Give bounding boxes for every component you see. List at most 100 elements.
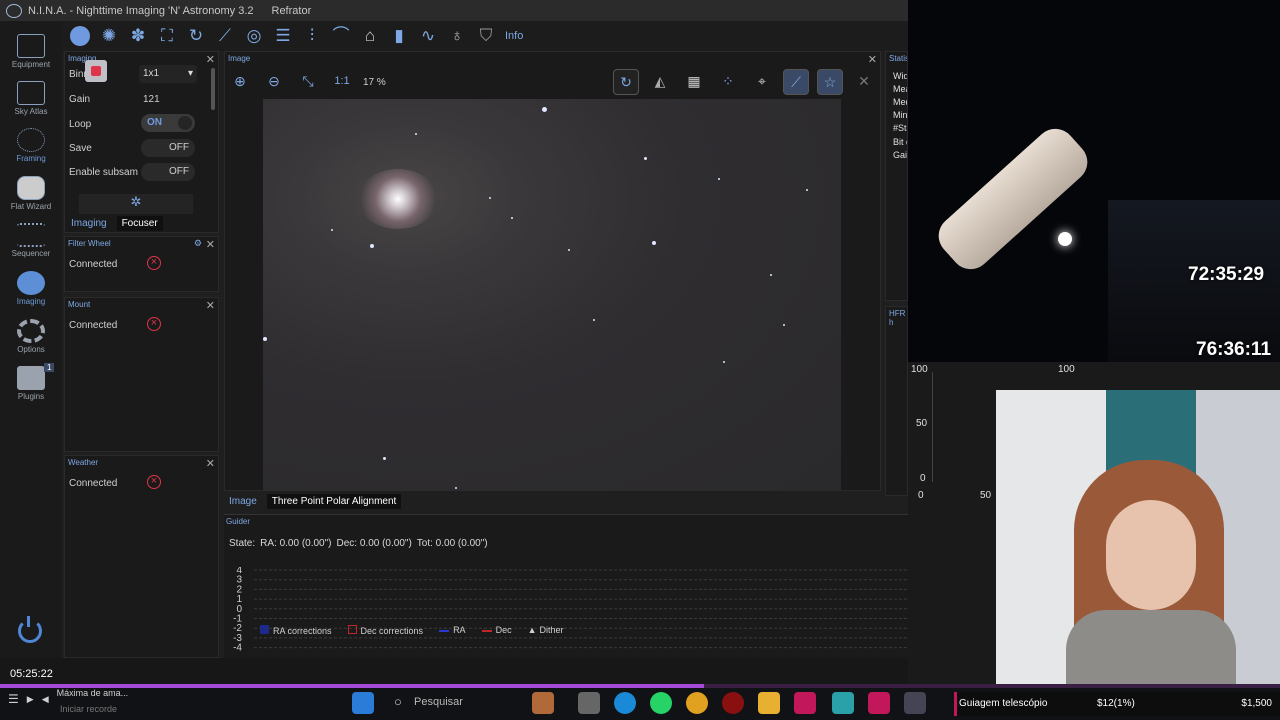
stat-min: Min: [893, 110, 908, 120]
framing-crosshair-icon[interactable]: ⛶: [157, 26, 177, 46]
power-icon[interactable]: [18, 616, 42, 643]
stretch-icon[interactable]: ⟋: [783, 69, 809, 95]
zoom-out-icon[interactable]: ⊖: [261, 69, 287, 95]
loop-toggle[interactable]: ON: [141, 114, 195, 132]
settings-icon[interactable]: ⚙: [194, 238, 202, 249]
close-icon[interactable]: ✕: [206, 238, 215, 251]
image-panel: Image ✕ ⊕ ⊖ ⤡ 1:1 17 % ↻ ◭ ▦ ⁘ ⌖ ⟋ ☆ ✕ I…: [224, 51, 881, 509]
close-icon[interactable]: ✕: [206, 53, 215, 66]
crosshair-icon[interactable]: ⌖: [749, 69, 775, 95]
star: [568, 249, 570, 251]
media-widget[interactable]: ☰ ▶ ◀ Máxima de ama... Iniciar recorde: [8, 688, 128, 714]
widget-icon[interactable]: [532, 692, 554, 714]
sidebar-item-plugins[interactable]: Plugins 1: [0, 361, 62, 407]
stat-stars: #Sta: [893, 123, 907, 133]
observatory-icon[interactable]: ⌂: [360, 26, 380, 46]
lightbulb-icon[interactable]: ♁: [447, 26, 467, 46]
guide-y-tick: -4: [233, 643, 242, 654]
guider-state: State: RA: 0.00 (0.00") Dec: 0.00 (0.00"…: [229, 538, 488, 549]
hfr-x-tick: 0: [918, 490, 924, 501]
windows-start-icon[interactable]: [352, 692, 374, 714]
tab-image[interactable]: Image: [227, 494, 259, 509]
sidebar-item-sequencer[interactable]: Sequencer: [0, 218, 62, 264]
star-detection-icon[interactable]: ⁘: [715, 69, 741, 95]
tab-focuser[interactable]: Focuser: [116, 216, 163, 231]
file-icon[interactable]: [578, 692, 600, 714]
sidebar-item-framing[interactable]: Framing: [0, 123, 62, 169]
sidebar-item-label: Flat Wizard: [10, 202, 52, 211]
subsample-label: Enable subsam: [69, 167, 138, 178]
zoom-level: 17 %: [363, 76, 386, 88]
nina-taskbar-icon[interactable]: [904, 692, 926, 714]
sidebar-item-flat-wizard[interactable]: Flat Wizard: [0, 171, 62, 217]
connection-status: Connected: [69, 320, 118, 331]
zoom-in-icon[interactable]: ⊕: [227, 69, 253, 95]
app-icon[interactable]: [868, 692, 890, 714]
nina-window: N.I.N.A. - Nighttime Imaging 'N' Astrono…: [0, 0, 908, 688]
app-icon[interactable]: [794, 692, 816, 714]
shield-icon[interactable]: ⛉: [476, 26, 496, 46]
sidebar-item-imaging[interactable]: Imaging: [0, 266, 62, 312]
camera-icon[interactable]: [70, 26, 90, 46]
binning-select[interactable]: 1x1: [139, 65, 197, 83]
stat-width: Wid: [893, 71, 908, 81]
subsample-toggle[interactable]: OFF: [141, 163, 195, 181]
platesolve-icon[interactable]: ✕: [851, 69, 877, 95]
sidebar-item-label: Sky Atlas: [14, 107, 48, 116]
whatsapp-icon[interactable]: [650, 692, 672, 714]
star: [415, 133, 417, 135]
chrome-icon[interactable]: [686, 692, 708, 714]
graph-icon[interactable]: ∿: [418, 26, 438, 46]
volume-icon[interactable]: ◀: [42, 694, 49, 705]
sidebar-item-equipment[interactable]: Equipment: [0, 29, 62, 75]
app-icon[interactable]: [832, 692, 854, 714]
tab-imaging[interactable]: Imaging: [69, 216, 109, 231]
sidebar-item-sky-atlas[interactable]: Sky Atlas: [0, 76, 62, 122]
filter-wheel-icon[interactable]: ✺: [99, 26, 119, 46]
flip-icon[interactable]: ◭: [647, 69, 673, 95]
bar-chart-icon[interactable]: ▮: [389, 26, 409, 46]
opera-icon[interactable]: [722, 692, 744, 714]
save-toggle[interactable]: OFF: [141, 139, 195, 157]
tab-polar-alignment[interactable]: Three Point Polar Alignment: [266, 494, 402, 509]
sliders-icon[interactable]: ⫶: [302, 26, 322, 46]
rotator-icon[interactable]: ↻: [186, 26, 206, 46]
one-to-one-button[interactable]: 1:1: [329, 69, 355, 95]
framing-icon: [17, 128, 45, 152]
atlas-icon: [17, 81, 45, 105]
menu-icon[interactable]: ☰: [8, 692, 19, 706]
edge-icon[interactable]: [614, 692, 636, 714]
focuser-icon[interactable]: ✽: [128, 26, 148, 46]
grid-icon[interactable]: ▦: [681, 69, 707, 95]
disconnected-icon: ×: [147, 256, 161, 270]
telescope-toolbar-icon[interactable]: ⟋: [215, 26, 235, 46]
play-icon[interactable]: ▶: [27, 694, 34, 705]
rotate-icon[interactable]: ↻: [613, 69, 639, 95]
scrollbar[interactable]: [211, 68, 215, 110]
dec-value: Dec: 0.00 (0.00"): [336, 538, 412, 549]
hfr-y-tick: 100: [911, 364, 928, 375]
star: [770, 274, 772, 276]
flat-wizard-icon: [17, 176, 45, 200]
gain-input[interactable]: 121: [143, 94, 160, 105]
guider-icon[interactable]: ◎: [244, 26, 264, 46]
clock: 05:25:22: [10, 668, 53, 680]
sidebar-item-options[interactable]: Options: [0, 314, 62, 360]
taskbar-search[interactable]: Pesquisar: [384, 690, 524, 714]
close-icon[interactable]: ✕: [868, 53, 877, 66]
sequence-icon[interactable]: ☰: [273, 26, 293, 46]
total-value: Tot: 0.00 (0.00"): [416, 538, 488, 549]
imaging-settings-panel: Imaging ✕ Binn 1x1 Gain 121 Loop ON Save…: [64, 51, 219, 233]
close-icon[interactable]: ✕: [206, 299, 215, 312]
image-toolbar: ⊕ ⊖ ⤡ 1:1 17 % ↻ ◭ ▦ ⁘ ⌖ ⟋ ☆ ✕: [227, 67, 877, 97]
sky-image[interactable]: [263, 99, 841, 491]
star-icon[interactable]: ☆: [817, 69, 843, 95]
loop-label: Loop: [69, 119, 92, 130]
sidebar-item-label: Imaging: [16, 297, 46, 306]
snapshot-button[interactable]: ✲: [79, 194, 193, 214]
dome-icon[interactable]: ⌒: [331, 26, 351, 46]
fit-icon[interactable]: ⤡: [295, 69, 321, 95]
info-tab[interactable]: Info: [505, 30, 523, 42]
folder-icon[interactable]: [758, 692, 780, 714]
close-icon[interactable]: ✕: [206, 457, 215, 470]
